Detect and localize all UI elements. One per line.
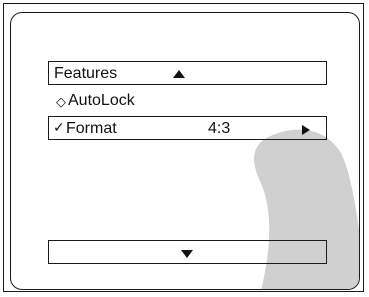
footer-bar: [48, 240, 327, 264]
menu-item-format[interactable]: ✓ Format 4:3: [48, 116, 327, 140]
menu-item-autolock[interactable]: ◇ AutoLock: [48, 89, 327, 113]
format-label: Format: [66, 120, 117, 137]
autolock-marker: ◇: [56, 94, 66, 109]
scroll-down-icon[interactable]: [181, 250, 193, 258]
format-check-icon: ✓: [53, 120, 65, 136]
autolock-label: AutoLock: [68, 92, 135, 109]
scroll-up-icon[interactable]: [173, 70, 185, 78]
menu-screen: Features ◇ AutoLock ✓ Format 4:3: [10, 12, 360, 290]
features-title: Features: [54, 65, 118, 82]
features-header: Features: [48, 61, 327, 85]
format-value: 4:3: [208, 120, 231, 137]
next-arrow-icon[interactable]: [302, 125, 310, 135]
